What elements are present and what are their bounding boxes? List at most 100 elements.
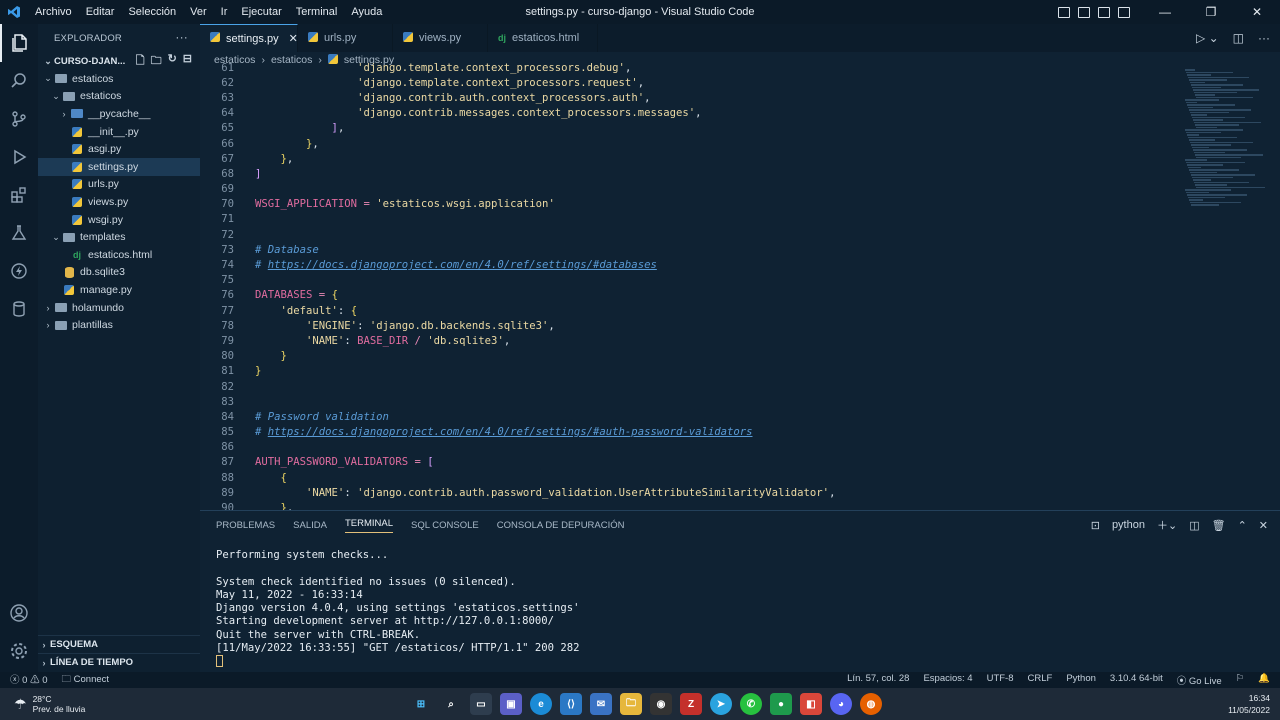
- encoding[interactable]: UTF-8: [987, 673, 1014, 687]
- close-window-button[interactable]: ✕: [1234, 0, 1280, 24]
- more-editor-actions-icon[interactable]: ···: [1258, 31, 1270, 45]
- whatsapp-icon[interactable]: ✆: [740, 693, 762, 715]
- collapse-all-icon[interactable]: ⊟: [183, 52, 192, 71]
- tab-estaticos-html[interactable]: dj estaticos.html: [488, 24, 598, 52]
- run-debug-icon[interactable]: [0, 138, 38, 176]
- maximize-panel-icon[interactable]: ⌃: [1238, 519, 1247, 532]
- tree-item[interactable]: __init__.py: [38, 123, 200, 141]
- problems-status[interactable]: ⓧ 0 ⚠ 0: [10, 672, 48, 688]
- minimize-button[interactable]: —: [1142, 0, 1188, 24]
- run-python-icon[interactable]: ▷ ⌄: [1196, 31, 1219, 45]
- panel-tab[interactable]: SQL CONSOLE: [411, 520, 479, 531]
- indentation[interactable]: Espacios: 4: [923, 673, 972, 687]
- notifications-icon[interactable]: 🔔: [1258, 673, 1270, 687]
- more-actions-icon[interactable]: ···: [175, 30, 188, 44]
- github-desktop-icon[interactable]: ◉: [650, 693, 672, 715]
- file-explorer-icon[interactable]: 🗀: [620, 693, 642, 715]
- panel-tab[interactable]: TERMINAL: [344, 518, 393, 533]
- menu-item[interactable]: Archivo: [28, 0, 79, 24]
- new-file-icon[interactable]: 🗋: [136, 52, 145, 71]
- customize-layout-icon[interactable]: [1118, 6, 1130, 18]
- testing-icon[interactable]: [0, 214, 38, 252]
- minimap[interactable]: [1185, 68, 1270, 238]
- menu-item[interactable]: Editar: [79, 0, 122, 24]
- tab-urls-py[interactable]: urls.py: [298, 24, 393, 52]
- menu-item[interactable]: Selección: [121, 0, 183, 24]
- tree-item[interactable]: ⌄ templates: [38, 228, 200, 246]
- python-interpreter[interactable]: 3.10.4 64-bit: [1110, 673, 1163, 687]
- tab-views-py[interactable]: views.py: [393, 24, 488, 52]
- maximize-button[interactable]: ❐: [1188, 0, 1234, 24]
- remote-explorer-icon[interactable]: [0, 252, 38, 290]
- source-control-icon[interactable]: [0, 100, 38, 138]
- tree-item[interactable]: manage.py: [38, 281, 200, 299]
- go-live-button[interactable]: ⦿ Go Live: [1177, 673, 1222, 687]
- panel-tab[interactable]: CONSOLA DE DEPURACIÓN: [497, 520, 625, 531]
- close-tab-icon[interactable]: ✕: [289, 32, 298, 45]
- start-windows-icon[interactable]: ⊞: [410, 693, 432, 715]
- new-terminal-icon[interactable]: ＋⌄: [1157, 517, 1177, 533]
- edge-browser-icon[interactable]: e: [530, 693, 552, 715]
- discord-icon[interactable]: ◕: [830, 693, 852, 715]
- menu-item[interactable]: Terminal: [289, 0, 345, 24]
- menu-item[interactable]: Ver: [183, 0, 214, 24]
- vscode-taskbar-icon[interactable]: ⟨⟩: [560, 693, 582, 715]
- code-editor[interactable]: 61 'django.template.context_processors.d…: [200, 60, 1270, 510]
- panel-tab[interactable]: SALIDA: [293, 520, 327, 531]
- green-app-icon[interactable]: ●: [770, 693, 792, 715]
- split-terminal-icon[interactable]: ◫: [1189, 519, 1199, 532]
- timeline-section[interactable]: › LÍNEA DE TIEMPO: [38, 653, 200, 671]
- account-icon[interactable]: [0, 594, 38, 632]
- search-icon[interactable]: [0, 62, 38, 100]
- tree-item[interactable]: ⌄ estaticos: [38, 70, 200, 88]
- split-editor-icon[interactable]: ◫: [1233, 31, 1244, 45]
- menu-item[interactable]: Ejecutar: [234, 0, 288, 24]
- extensions-icon[interactable]: [0, 176, 38, 214]
- tree-item[interactable]: settings.py: [38, 157, 200, 176]
- line-ending[interactable]: CRLF: [1028, 673, 1053, 687]
- tab-settings-py[interactable]: settings.py ✕: [200, 24, 298, 52]
- taskbar-search-icon[interactable]: ⌕: [440, 693, 462, 715]
- terminal-output[interactable]: Performing system checks... System check …: [216, 549, 580, 669]
- tree-item[interactable]: asgi.py: [38, 140, 200, 158]
- connect-status[interactable]: 🗀 Connect: [62, 672, 110, 688]
- toggle-sidebar-icon[interactable]: [1058, 6, 1070, 18]
- kill-terminal-icon[interactable]: 🗑: [1212, 519, 1226, 532]
- tree-item[interactable]: views.py: [38, 193, 200, 211]
- panel-tab[interactable]: PROBLEMAS: [216, 520, 275, 531]
- tree-item[interactable]: wsgi.py: [38, 211, 200, 229]
- task-view-icon[interactable]: ▭: [470, 693, 492, 715]
- filezilla-icon[interactable]: Z: [680, 693, 702, 715]
- menu-item[interactable]: Ayuda: [344, 0, 389, 24]
- tree-item[interactable]: › plantillas: [38, 316, 200, 334]
- telegram-icon[interactable]: ➤: [710, 693, 732, 715]
- cursor-position[interactable]: Lín. 57, col. 28: [847, 673, 909, 687]
- terminal-cursor[interactable]: [216, 655, 580, 668]
- language-mode[interactable]: Python: [1066, 673, 1096, 687]
- menu-item[interactable]: Ir: [214, 0, 235, 24]
- refresh-icon[interactable]: ↻: [168, 52, 177, 71]
- tree-item[interactable]: › __pycache__: [38, 105, 200, 123]
- tree-item[interactable]: dj estaticos.html: [38, 246, 200, 264]
- tree-item[interactable]: db.sqlite3: [38, 264, 200, 282]
- tree-item[interactable]: ⌄ estaticos: [38, 88, 200, 106]
- weather-widget[interactable]: ☂ 28°C Prev. de lluvia: [0, 694, 85, 714]
- project-root[interactable]: ⌄ CURSO-DJAN... 🗋 🗀 ↻ ⊟: [38, 52, 200, 70]
- settings-gear-icon[interactable]: [0, 632, 38, 670]
- firefox-icon[interactable]: ◍: [860, 693, 882, 715]
- explorer-icon[interactable]: [0, 24, 38, 62]
- tree-item[interactable]: › holamundo: [38, 299, 200, 317]
- mail-icon[interactable]: ✉: [590, 693, 612, 715]
- close-panel-icon[interactable]: ✕: [1259, 519, 1268, 532]
- feedback-icon[interactable]: ⚐: [1236, 673, 1245, 687]
- terminal-shell-label[interactable]: python: [1112, 519, 1145, 531]
- new-folder-icon[interactable]: 🗀: [151, 52, 162, 71]
- toggle-panel-icon[interactable]: [1078, 6, 1090, 18]
- red-app-icon[interactable]: ◧: [800, 693, 822, 715]
- toggle-secondary-sidebar-icon[interactable]: [1098, 6, 1110, 18]
- tree-item[interactable]: urls.py: [38, 176, 200, 194]
- system-clock[interactable]: 16:34 11/05/2022: [1228, 692, 1270, 716]
- teams-chat-icon[interactable]: ▣: [500, 693, 522, 715]
- database-icon[interactable]: [0, 290, 38, 328]
- outline-section[interactable]: › ESQUEMA: [38, 635, 200, 653]
